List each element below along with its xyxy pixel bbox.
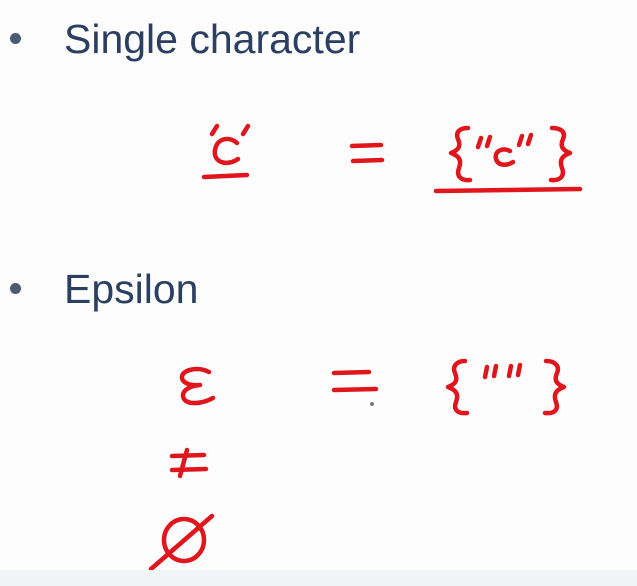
handwritten-underline (201, 172, 250, 180)
handwriting-layer (148, 123, 583, 572)
handwritten-char-literal (201, 123, 251, 180)
handwritten-close-double-quote (516, 132, 534, 148)
handwritten-open-double-quote (482, 363, 499, 380)
handwritten-close-brace (542, 358, 567, 416)
handwritten-close-brace (548, 125, 573, 183)
handwritten-underline (433, 186, 583, 194)
handwritten-equals-sign (331, 369, 379, 406)
handwritten-set-of-empty-string (445, 358, 567, 416)
handwritten-open-double-quote (475, 134, 493, 150)
handwritten-close-double-quote (506, 362, 523, 379)
handwritten-open-brace (448, 125, 473, 183)
handwritten-close-quote (240, 123, 251, 137)
slide: Single character Epsilon (0, 0, 637, 586)
handwritten-set-of-string-c (433, 125, 583, 194)
footer-strip (0, 570, 637, 586)
handwritten-epsilon (179, 366, 216, 406)
handwritten-letter-c (493, 147, 516, 167)
handwritten-open-quote (209, 123, 220, 137)
handwritten-open-brace (445, 358, 470, 416)
handwritten-empty-set (148, 513, 215, 572)
handwritten-not-equal-sign (169, 447, 209, 479)
handwritten-equals-sign (349, 142, 385, 164)
handwritten-letter-c (212, 136, 241, 166)
stray-dot (370, 402, 374, 406)
